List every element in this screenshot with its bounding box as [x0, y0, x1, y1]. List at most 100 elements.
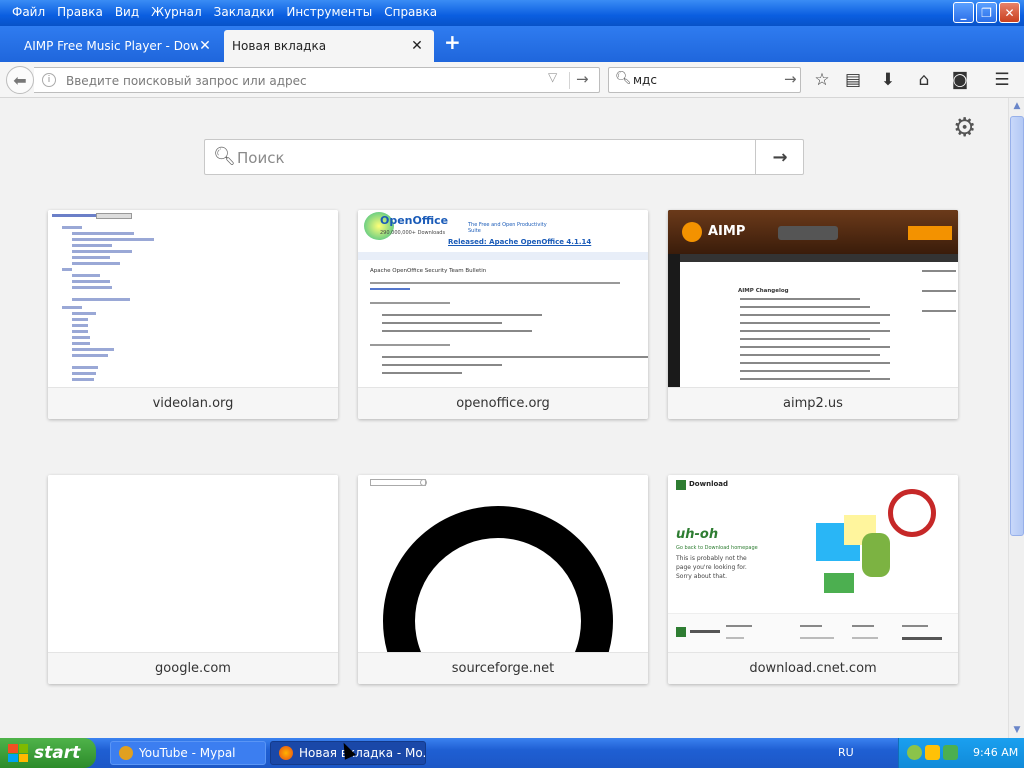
- arrow-right-icon: →: [772, 146, 788, 168]
- tile-thumbnail: [48, 210, 338, 387]
- new-tab-page: ⚙ 🔍︎ →: [0, 98, 1008, 738]
- tile-thumbnail: Download uh-oh Go back to Download homep…: [668, 475, 958, 652]
- language-indicator[interactable]: RU: [838, 746, 854, 759]
- tile-thumbnail: OpenOffice 290,000,000+ Downloads The Fr…: [358, 210, 648, 387]
- tab-close-icon[interactable]: ✕: [198, 38, 212, 54]
- restore-icon: ❐: [981, 5, 992, 20]
- gear-icon[interactable]: ⚙: [953, 113, 976, 143]
- openoffice-heading: Apache OpenOffice Security Team Bulletin: [370, 268, 487, 274]
- scroll-up-icon[interactable]: ▲: [1009, 98, 1024, 114]
- pocket-icon[interactable]: ◙: [948, 68, 972, 92]
- system-tray: 9:46 AM: [898, 738, 1024, 768]
- arrow-left-icon: ⬅: [13, 70, 27, 90]
- openoffice-tagline: The Free and Open Productivity Suite: [468, 222, 547, 234]
- tile-sourceforge[interactable]: sourceforge.net: [358, 475, 648, 684]
- tile-openoffice[interactable]: OpenOffice 290,000,000+ Downloads The Fr…: [358, 210, 648, 419]
- new-tab-button[interactable]: +: [444, 32, 461, 52]
- divider: [569, 72, 570, 89]
- menu-edit[interactable]: Правка: [51, 3, 109, 21]
- error-message: This is probably not the page you're loo…: [676, 555, 747, 580]
- taskbar-item-label: Новая вкладка - Mo...: [299, 746, 426, 760]
- menu-file[interactable]: Файл: [6, 3, 51, 21]
- hamburger-menu-icon[interactable]: ☰: [990, 68, 1014, 92]
- tab-new-tab[interactable]: Новая вкладка ✕: [224, 30, 434, 62]
- tile-label: sourceforge.net: [358, 652, 648, 684]
- mypal-icon: [119, 746, 133, 760]
- navigation-toolbar: ⬅ i ▽ → 🔍︎ → ☆ ▤ ⬇ ⌂ ◙ ☰: [0, 62, 1024, 98]
- tab-label: Новая вкладка: [232, 39, 327, 53]
- tile-thumbnail: AIMP AIMP Changelog: [668, 210, 958, 387]
- search-input[interactable]: [633, 71, 773, 89]
- info-icon[interactable]: i: [42, 73, 56, 87]
- menu-tools[interactable]: Инструменты: [280, 3, 378, 21]
- bookmark-star-icon[interactable]: ☆: [810, 68, 834, 92]
- tile-label: google.com: [48, 652, 338, 684]
- close-window-button[interactable]: ✕: [999, 2, 1020, 23]
- window-controls: _ ❐ ✕: [953, 2, 1020, 23]
- scrollbar-thumb[interactable]: [1010, 116, 1024, 536]
- tile-thumbnail: [358, 475, 648, 652]
- search-go-icon[interactable]: →: [784, 70, 797, 88]
- taskbar-item-youtube[interactable]: YouTube - Mypal: [110, 741, 266, 765]
- tile-download-cnet[interactable]: Download uh-oh Go back to Download homep…: [668, 475, 958, 684]
- dropdown-icon[interactable]: ▽: [548, 70, 557, 84]
- taskbar: start YouTube - Mypal Новая вкладка - Mo…: [0, 738, 1024, 768]
- search-icon: 🔍︎: [213, 146, 236, 167]
- taskbar-item-label: YouTube - Mypal: [139, 746, 236, 760]
- aimp-logo-icon: [682, 222, 702, 242]
- close-icon: ✕: [1004, 5, 1015, 20]
- start-label: start: [34, 743, 81, 763]
- url-bar[interactable]: i ▽ →: [34, 67, 600, 93]
- go-arrow-icon[interactable]: →: [576, 70, 589, 88]
- tab-close-icon[interactable]: ✕: [410, 38, 424, 54]
- newtab-search-input[interactable]: [237, 146, 737, 170]
- bookmarks-list-icon[interactable]: ▤: [841, 68, 865, 92]
- scroll-down-icon[interactable]: ▼: [1009, 722, 1024, 738]
- shield-icon[interactable]: [925, 745, 940, 760]
- tile-label: videolan.org: [48, 387, 338, 419]
- windows-flag-icon: [8, 744, 28, 762]
- openoffice-release: Released: Apache OpenOffice 4.1.14: [448, 238, 592, 246]
- home-icon[interactable]: ⌂: [912, 68, 936, 92]
- menu-help[interactable]: Справка: [378, 3, 443, 21]
- vertical-scrollbar[interactable]: ▲ ▼: [1008, 98, 1024, 738]
- tile-google[interactable]: google.com: [48, 475, 338, 684]
- start-button[interactable]: start: [0, 738, 96, 768]
- openoffice-logo-text: OpenOffice: [380, 214, 449, 227]
- minimize-icon: _: [960, 5, 967, 20]
- newtab-search-box[interactable]: 🔍︎ →: [204, 139, 804, 175]
- tile-label: openoffice.org: [358, 387, 648, 419]
- error-link: Go back to Download homepage: [676, 545, 758, 551]
- menu-bookmarks[interactable]: Закладки: [208, 3, 281, 21]
- openoffice-downloads: 290,000,000+ Downloads: [380, 230, 446, 236]
- menu-bar: Файл Правка Вид Журнал Закладки Инструме…: [6, 3, 443, 21]
- newtab-search-go-button[interactable]: →: [755, 140, 804, 174]
- menu-view[interactable]: Вид: [109, 3, 145, 21]
- minimize-button[interactable]: _: [953, 2, 974, 23]
- back-button[interactable]: ⬅: [6, 66, 34, 94]
- error-title: uh-oh: [676, 527, 719, 542]
- search-icon: 🔍︎: [615, 71, 632, 86]
- antivirus-icon[interactable]: [943, 745, 958, 760]
- tab-label: AIMP Free Music Player - Downloads: [24, 39, 198, 53]
- magnifier-character-icon: [888, 489, 936, 537]
- firefox-icon: [279, 746, 293, 760]
- aimp-logo-text: AIMP: [708, 224, 746, 239]
- network-icon[interactable]: [907, 745, 922, 760]
- title-bar: Файл Правка Вид Журнал Закладки Инструме…: [0, 0, 1024, 26]
- aimp-heading: AIMP Changelog: [738, 288, 789, 294]
- tile-aimp[interactable]: AIMP AIMP Changelog aimp2.us: [668, 210, 958, 419]
- tile-label: aimp2.us: [668, 387, 958, 419]
- download-logo-text: Download: [689, 480, 729, 488]
- search-bar[interactable]: 🔍︎ →: [608, 67, 801, 93]
- download-logo-icon: [676, 480, 686, 490]
- clock: 9:46 AM: [973, 746, 1019, 759]
- tab-bar: AIMP Free Music Player - Downloads ✕ Нов…: [0, 26, 1024, 62]
- download-icon[interactable]: ⬇: [876, 68, 900, 92]
- menu-history[interactable]: Журнал: [145, 3, 208, 21]
- tile-label: download.cnet.com: [668, 652, 958, 684]
- url-input[interactable]: [66, 71, 536, 91]
- tile-videolan[interactable]: videolan.org: [48, 210, 338, 419]
- restore-button[interactable]: ❐: [976, 2, 997, 23]
- tab-aimp-downloads[interactable]: AIMP Free Music Player - Downloads ✕: [2, 30, 222, 62]
